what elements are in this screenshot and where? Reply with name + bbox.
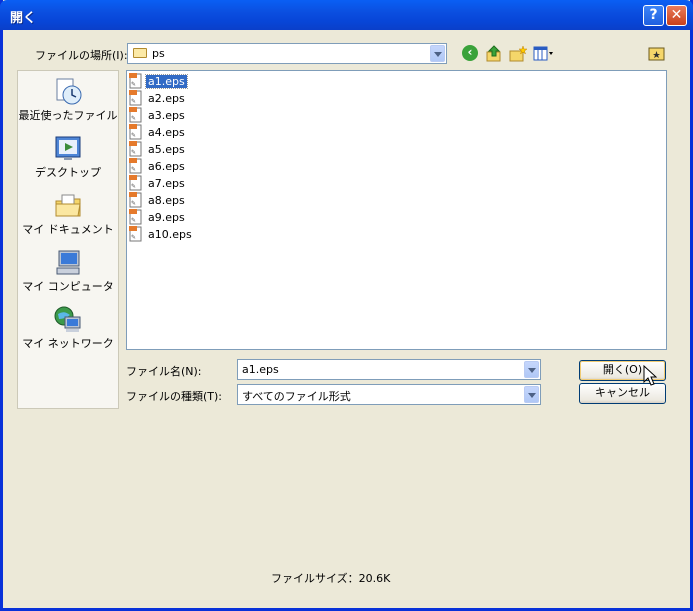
my-network-icon — [53, 305, 83, 333]
eps-file-icon: ✎ — [129, 175, 142, 191]
new-folder-icon[interactable] — [509, 45, 528, 63]
svg-text:✎: ✎ — [131, 81, 136, 88]
chevron-down-icon[interactable] — [430, 45, 445, 62]
file-name-input[interactable]: a1.eps — [237, 359, 541, 380]
file-name-label: ファイル名(N): — [126, 365, 202, 378]
file-list[interactable]: ✎ a1.eps ✎ a2.eps ✎ a3.eps ✎ a4.eps ✎ a5.eps … — [126, 70, 667, 350]
close-button[interactable]: ✕ — [666, 5, 687, 26]
desktop-icon — [53, 134, 83, 162]
svg-text:✎: ✎ — [131, 149, 136, 156]
place-label: 最近使ったファイル — [18, 109, 118, 122]
svg-text:✎: ✎ — [131, 217, 136, 224]
svg-text:✎: ✎ — [131, 183, 136, 190]
svg-text:✎: ✎ — [131, 115, 136, 122]
place-my-network[interactable]: マイ ネットワーク — [18, 305, 118, 351]
recent-documents-icon — [53, 77, 83, 105]
chevron-down-icon[interactable] — [524, 386, 539, 403]
look-in-dropdown[interactable]: ps — [127, 43, 447, 64]
eps-file-icon: ✎ — [129, 107, 142, 123]
svg-text:✎: ✎ — [131, 166, 136, 173]
my-computer-icon — [53, 248, 83, 276]
look-in-label: ファイルの場所(I): — [35, 49, 128, 62]
place-label: デスクトップ — [35, 166, 101, 179]
up-folder-icon[interactable] — [485, 45, 503, 63]
help-button[interactable]: ? — [643, 5, 664, 26]
eps-file-icon: ✎ — [129, 73, 142, 89]
views-menu-icon[interactable] — [533, 45, 553, 63]
place-recent[interactable]: 最近使ったファイル — [18, 77, 118, 123]
file-type-dropdown[interactable]: すべてのファイル形式 — [237, 384, 541, 405]
place-desktop[interactable]: デスクトップ — [18, 134, 118, 180]
my-documents-icon — [53, 191, 83, 219]
place-label: マイ コンピュータ — [22, 280, 114, 293]
look-in-value: ps — [152, 47, 165, 60]
places-bar: 最近使ったファイル デスクトップ マイ ドキュメント マイ コンピュータ マイ … — [17, 70, 119, 409]
title-bar[interactable]: 開く ? ✕ — [0, 0, 693, 30]
svg-text:✎: ✎ — [131, 132, 136, 139]
file-size-status: ファイルサイズ：20.6K — [271, 572, 391, 585]
svg-text:✎: ✎ — [131, 200, 136, 207]
eps-file-icon: ✎ — [129, 141, 142, 157]
eps-file-icon: ✎ — [129, 192, 142, 208]
folder-icon — [133, 48, 147, 58]
place-my-documents[interactable]: マイ ドキュメント — [18, 191, 118, 237]
mouse-cursor-icon — [643, 365, 657, 386]
eps-file-icon: ✎ — [129, 90, 142, 106]
svg-text:✎: ✎ — [131, 98, 136, 105]
eps-file-icon: ✎ — [129, 209, 142, 225]
eps-file-icon: ✎ — [129, 158, 142, 174]
place-label: マイ ネットワーク — [22, 337, 114, 350]
place-label: マイ ドキュメント — [22, 223, 114, 236]
place-my-computer[interactable]: マイ コンピュータ — [18, 248, 118, 294]
svg-text:✎: ✎ — [131, 234, 136, 241]
eps-file-icon: ✎ — [129, 226, 142, 242]
file-name-value: a1.eps — [242, 363, 279, 376]
back-icon[interactable]: ‹ — [462, 45, 480, 63]
eps-file-icon: ✎ — [129, 124, 142, 140]
window-title: 開く — [10, 11, 37, 26]
file-type-label: ファイルの種類(T): — [126, 390, 223, 403]
desktop-icon[interactable] — [648, 45, 666, 63]
chevron-down-icon[interactable] — [524, 361, 539, 378]
file-type-value: すべてのファイル形式 — [242, 390, 351, 403]
